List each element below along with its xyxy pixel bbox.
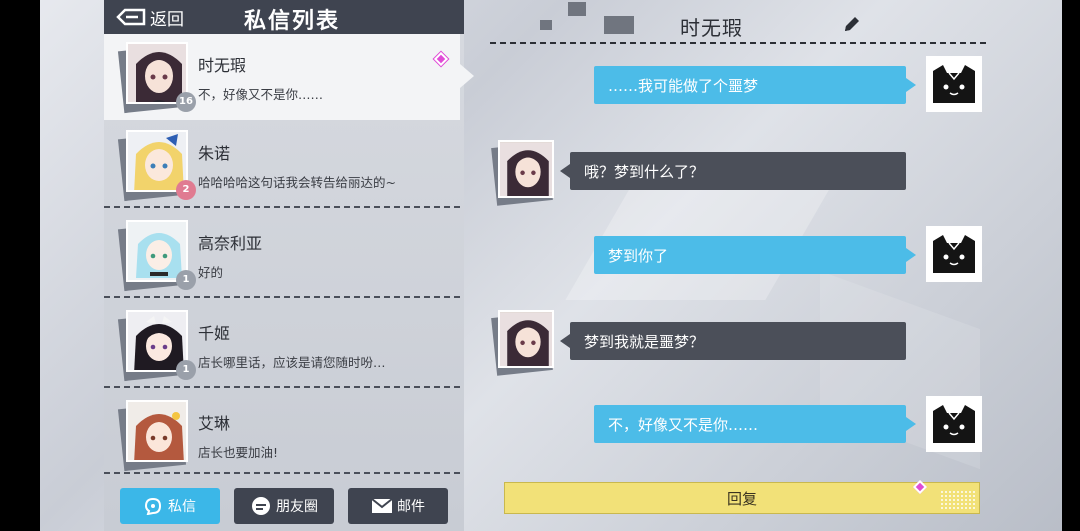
decoration	[604, 16, 634, 34]
message-bubble-outgoing: 不，好像又不是你……	[594, 405, 916, 443]
tab-label: 邮件	[397, 499, 425, 515]
decoration	[540, 20, 552, 30]
avatar: 16	[117, 42, 196, 114]
contact-name: 千姬	[198, 324, 231, 343]
contact-name: 艾琳	[198, 414, 231, 433]
message-bubble-incoming: 哦？梦到什么了？	[560, 152, 906, 190]
conversation-item[interactable]: 1 高奈利亚 好的	[104, 212, 460, 298]
last-message: 不，好像又不是你……	[198, 87, 324, 102]
contact-name: 高奈利亚	[198, 234, 263, 253]
level-badge: 16	[176, 92, 196, 112]
page-title: 私信列表	[244, 9, 341, 34]
unread-diamond-icon	[433, 51, 449, 67]
tab-label: 朋友圈	[276, 499, 318, 515]
last-message: 哈哈哈哈这句话我会转告给丽达的~	[198, 175, 396, 190]
cat-face-icon	[933, 65, 975, 103]
cat-face-icon	[933, 405, 975, 443]
level-badge: 2	[176, 180, 196, 200]
back-label: 返回	[150, 9, 184, 30]
conversation-item[interactable]: 16 时无瑕 不，好像又不是你……	[104, 34, 460, 120]
conversation-item[interactable]: 艾琳 店长也要加油!	[104, 392, 460, 474]
edit-pencil-icon[interactable]	[842, 14, 862, 34]
back-arrow-icon	[116, 8, 146, 26]
message-text: 梦到我就是噩梦？	[584, 332, 705, 351]
decoration	[568, 2, 586, 16]
dot-pattern	[940, 490, 976, 510]
list-header: 返回 私信列表	[104, 0, 464, 34]
back-button[interactable]: 返回	[116, 5, 184, 30]
tab-label: 私信	[168, 499, 196, 515]
cat-face-icon	[933, 235, 975, 273]
message-bubble-outgoing: 梦到你了	[594, 236, 916, 274]
conversation-item[interactable]: 1 千姬 店长哪里话，应该是请您随时吩…	[104, 302, 460, 388]
my-avatar	[926, 226, 982, 282]
message-bubble-outgoing: ……我可能做了个噩梦	[594, 66, 916, 104]
contact-name: 时无瑕	[198, 56, 247, 75]
avatar: 1	[117, 220, 196, 292]
tab-mail[interactable]: 邮件	[348, 488, 448, 524]
mail-icon	[371, 498, 393, 513]
brown-hair-girl-portrait	[128, 402, 186, 460]
screen-edge-left	[0, 0, 40, 531]
avatar: 2	[117, 130, 196, 202]
avatar: 1	[117, 310, 196, 382]
dark-hair-girl-portrait	[500, 313, 552, 366]
my-avatar	[926, 396, 982, 452]
message-text: 哦？梦到什么了？	[584, 162, 705, 181]
my-avatar	[926, 56, 982, 112]
reply-label: 回复	[726, 489, 757, 508]
tab-moments[interactable]: 朋友圈	[234, 488, 334, 524]
reply-button[interactable]: 回复	[504, 482, 980, 514]
message-text: 梦到你了	[608, 246, 669, 265]
message-text: ……我可能做了个噩梦	[608, 76, 759, 95]
dark-hair-girl-portrait	[500, 143, 552, 196]
last-message: 店长哪里话，应该是请您随时吩…	[198, 355, 386, 370]
last-message: 好的	[198, 265, 224, 280]
contact-avatar	[491, 140, 554, 206]
selected-pointer	[460, 64, 474, 88]
conversation-item[interactable]: 2 朱诺 哈哈哈哈这句话我会转告给丽达的~	[104, 122, 460, 208]
chat-divider	[490, 42, 986, 44]
screen-edge-right	[1062, 0, 1080, 531]
message-bubble-incoming: 梦到我就是噩梦？	[560, 322, 906, 360]
tab-private-messages[interactable]: 私信	[120, 488, 220, 524]
moments-icon	[252, 497, 270, 515]
last-message: 店长也要加油!	[198, 445, 279, 460]
avatar	[117, 400, 188, 472]
message-text: 不，好像又不是你……	[608, 415, 759, 434]
level-badge: 1	[176, 360, 196, 380]
level-badge: 1	[176, 270, 196, 290]
contact-avatar	[491, 310, 554, 376]
contact-name: 朱诺	[198, 144, 231, 163]
chat-title: 时无瑕	[680, 16, 743, 40]
chat-icon	[144, 497, 162, 515]
